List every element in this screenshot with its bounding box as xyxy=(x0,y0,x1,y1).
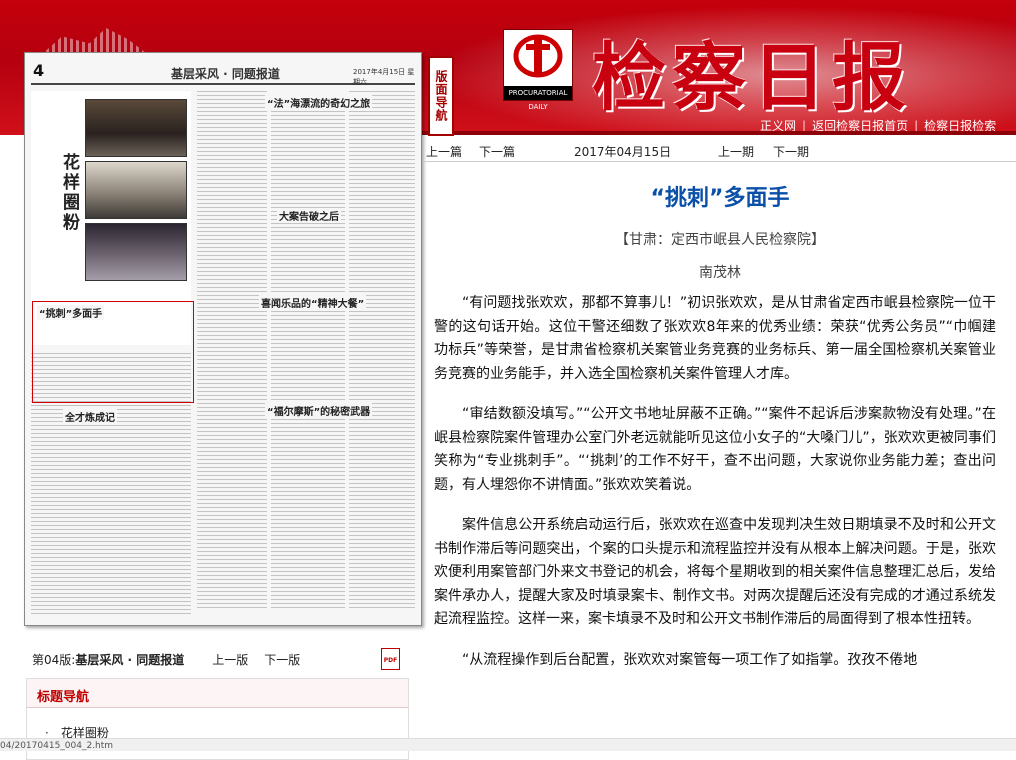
article-paragraph: “从流程操作到后台配置，张欢欢对案管每一项工作了如指掌。孜孜不倦地 xyxy=(462,651,918,668)
thumb-headline[interactable]: “福尔摩斯”的秘密武器 xyxy=(265,403,373,418)
selected-article-highlight[interactable] xyxy=(32,301,194,403)
article-title: “挑刺”多面手 xyxy=(650,186,790,211)
thumb-header: 4 基层采风 · 同题报道 2017年4月15日 星期六 xyxy=(31,61,415,86)
article-paragraph: 案件信息公开系统启动运行后，张欢欢在巡查中发现判决生效日期填录不及时和公开文书制… xyxy=(434,517,996,627)
banner-strip xyxy=(420,131,1016,135)
thumb-date: 2017年4月15日 星期六 xyxy=(353,68,415,86)
article-paragraph: “审结数额没填写。”“公开文书地址屏蔽不正确。”“案件不起诉后涉案款物没有处理。… xyxy=(434,406,996,493)
logo-emblem-icon xyxy=(513,34,563,78)
prev-article-link[interactable]: 上一篇 xyxy=(426,143,462,160)
thumb-headline[interactable]: 大案告破之后 xyxy=(277,208,341,223)
page-bar: 第04版:基层采风 · 同题报道 上一版 下一版 xyxy=(32,651,300,668)
thumb-photo-3 xyxy=(85,223,187,281)
article-paragraph: “有问题找张欢欢，那都不算事儿！”初识张欢欢，是从甘肃省定西市岷县检察院一位干警… xyxy=(434,295,996,382)
newspaper-page-thumbnail[interactable]: 4 基层采风 · 同题报道 2017年4月15日 星期六 花样圈粉 “法”海漂流… xyxy=(24,52,422,626)
pdf-icon[interactable]: PDF xyxy=(381,648,400,670)
thumb-text-column xyxy=(349,91,415,611)
page-nav-label: 版面导航 xyxy=(428,56,454,136)
title-nav-heading: 标题导航 xyxy=(37,690,90,705)
masthead-title: 检察日报 xyxy=(592,35,912,121)
article-body: “有问题找张欢欢，那都不算事儿！”初识张欢欢，是从甘肃省定西市岷县检察院一位干警… xyxy=(434,292,996,689)
pdf-icon-label: PDF xyxy=(383,657,398,664)
article-source: 【甘肃：定西市岷县人民检察院】 xyxy=(615,232,825,248)
thumb-text-column xyxy=(271,111,345,611)
title-nav-header: 标题导航 xyxy=(27,679,408,708)
page-label: 第04版: xyxy=(32,653,76,667)
page-name: 基层采风 · 同题报道 xyxy=(75,653,185,667)
issue-date: 2017年04月15日 xyxy=(574,145,672,159)
article-author: 南茂林 xyxy=(699,265,741,281)
next-issue-link[interactable]: 下一期 xyxy=(773,143,809,160)
procuratorial-daily-logo[interactable]: PROCURATORIAL DAILY xyxy=(503,29,573,111)
thumb-text-column xyxy=(197,91,267,611)
thumb-headline[interactable]: 全才炼成记 xyxy=(63,409,117,424)
thumb-section-title: 基层采风 · 同题报道 xyxy=(171,67,280,81)
thumb-headline[interactable]: 喜闻乐品的“精神大餐” xyxy=(259,295,367,310)
prev-page-link[interactable]: 上一版 xyxy=(212,653,248,667)
thumb-photo-1 xyxy=(85,99,187,157)
status-bar xyxy=(0,738,1016,751)
thumb-page-number: 4 xyxy=(33,61,45,80)
prev-issue-link[interactable]: 上一期 xyxy=(718,143,754,160)
next-page-link[interactable]: 下一版 xyxy=(264,653,300,667)
thumb-headline[interactable]: “法”海漂流的奇幻之旅 xyxy=(265,95,373,110)
thumb-photo-2 xyxy=(85,161,187,219)
thumb-feature-title: 花样圈粉 xyxy=(59,153,79,233)
logo-caption: PROCURATORIAL DAILY xyxy=(504,86,572,111)
article-date-bar: 上一篇 下一篇 2017年04月15日 上一期 下一期 xyxy=(424,139,1016,162)
next-article-link[interactable]: 下一篇 xyxy=(479,143,515,160)
